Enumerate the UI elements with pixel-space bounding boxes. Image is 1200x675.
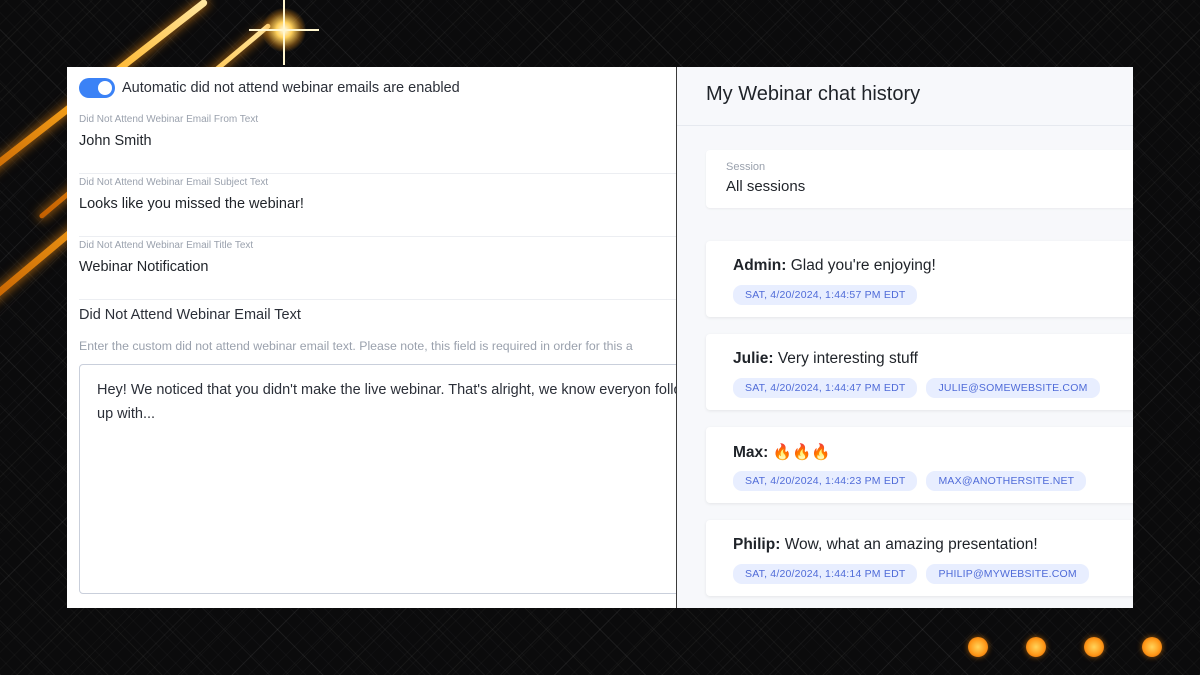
message-line: Admin Glad you're enjoying!	[733, 257, 936, 275]
message-text: 🔥🔥🔥	[772, 444, 831, 461]
toggle-knob	[98, 81, 112, 95]
email-settings-panel: Automatic did not attend webinar emails …	[67, 67, 677, 608]
timestamp-badge: SAT, 4/20/2024, 1:44:14 PM EDT	[733, 564, 918, 584]
email-badge: MAX@ANOTHERSITE.NET	[926, 471, 1087, 491]
chat-message: Admin Glad you're enjoying! SAT, 4/20/20…	[706, 241, 1133, 317]
subject-text-field[interactable]: Did Not Attend Webinar Email Subject Tex…	[79, 175, 676, 237]
message-line: Julie Very interesting stuff	[733, 350, 918, 368]
timestamp-badge: SAT, 4/20/2024, 1:44:57 PM EDT	[733, 285, 918, 305]
email-text-hint: Enter the custom did not attend webinar …	[79, 339, 633, 353]
page-title: My Webinar chat history	[706, 83, 921, 105]
message-meta: SAT, 4/20/2024, 1:44:14 PM EDT PHILIP@MY…	[733, 564, 1098, 584]
timestamp-badge: SAT, 4/20/2024, 1:44:47 PM EDT	[733, 378, 918, 398]
timestamp-badge: SAT, 4/20/2024, 1:44:23 PM EDT	[733, 471, 918, 491]
email-badge: JULIE@SOMEWEBSITE.COM	[926, 378, 1100, 398]
message-line: Max 🔥🔥🔥	[733, 443, 831, 462]
chat-history-header: My Webinar chat history	[677, 67, 1133, 126]
message-text: Wow, what an amazing presentation!	[784, 536, 1038, 553]
chat-message: Julie Very interesting stuff SAT, 4/20/2…	[706, 334, 1133, 410]
chat-message: Philip Wow, what an amazing presentation…	[706, 520, 1133, 596]
subject-text-label: Did Not Attend Webinar Email Subject Tex…	[79, 177, 269, 188]
subject-text-value[interactable]: Looks like you missed the webinar!	[79, 196, 676, 212]
chat-history-panel: My Webinar chat history Session All sess…	[677, 67, 1133, 608]
dot-icon	[968, 637, 988, 657]
message-author: Admin	[733, 257, 786, 274]
message-author: Philip	[733, 536, 780, 553]
message-author: Max	[733, 444, 768, 461]
message-meta: SAT, 4/20/2024, 1:44:57 PM EDT	[733, 285, 926, 305]
auto-email-toggle-row: Automatic did not attend webinar emails …	[79, 78, 460, 98]
dot-icon	[1026, 637, 1046, 657]
from-text-field[interactable]: Did Not Attend Webinar Email From Text J…	[79, 112, 676, 174]
dot-icon	[1142, 637, 1162, 657]
title-text-value[interactable]: Webinar Notification	[79, 259, 676, 275]
session-label: Session	[726, 161, 766, 173]
session-value: All sessions	[726, 178, 806, 195]
message-text: Very interesting stuff	[777, 350, 918, 367]
email-text-title: Did Not Attend Webinar Email Text	[79, 307, 301, 323]
sparkle-icon	[262, 8, 306, 52]
session-select[interactable]: Session All sessions	[706, 150, 1133, 208]
auto-email-toggle[interactable]	[79, 78, 115, 98]
toggle-label: Automatic did not attend webinar emails …	[122, 80, 460, 96]
message-text: Glad you're enjoying!	[790, 257, 936, 274]
dot-icon	[1084, 637, 1104, 657]
email-badge: PHILIP@MYWEBSITE.COM	[926, 564, 1089, 584]
message-meta: SAT, 4/20/2024, 1:44:47 PM EDT JULIE@SOM…	[733, 378, 1109, 398]
message-line: Philip Wow, what an amazing presentation…	[733, 536, 1038, 554]
chat-message: Max 🔥🔥🔥 SAT, 4/20/2024, 1:44:23 PM EDT M…	[706, 427, 1133, 503]
from-text-value[interactable]: John Smith	[79, 133, 676, 149]
from-text-label: Did Not Attend Webinar Email From Text	[79, 114, 259, 125]
message-author: Julie	[733, 350, 774, 367]
decorative-dots	[968, 637, 1200, 657]
title-text-label: Did Not Attend Webinar Email Title Text	[79, 240, 254, 251]
message-meta: SAT, 4/20/2024, 1:44:23 PM EDT MAX@ANOTH…	[733, 471, 1095, 491]
email-text-textarea[interactable]: Hey! We noticed that you didn't make the…	[79, 364, 676, 594]
title-text-field[interactable]: Did Not Attend Webinar Email Title Text …	[79, 238, 676, 300]
